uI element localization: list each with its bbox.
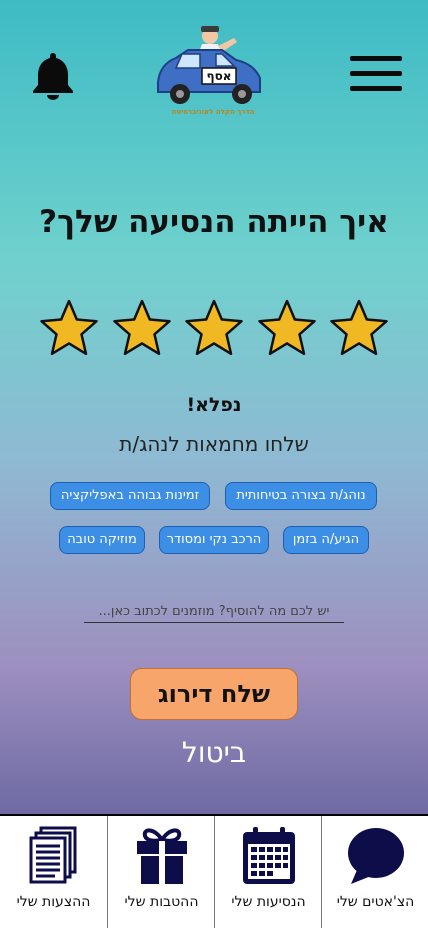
rating-word: נפלא! (186, 394, 242, 416)
compliment-tag-good-music[interactable]: מוזיקה טובה (59, 526, 145, 554)
star-3-icon[interactable] (183, 298, 245, 360)
menu-hamburger-icon[interactable] (350, 56, 402, 92)
nav-item-chats[interactable]: הצ'אטים שלי (321, 816, 428, 928)
bottom-nav: הצ'אטים שלי הנסיעות שלי ההטבות שלי ההצעו… (0, 814, 428, 928)
star-2-icon[interactable] (111, 298, 173, 360)
top-bar: אסף הדרך הקלה לאוניברסיטה (0, 0, 428, 130)
rating-question: איך הייתה הנסיעה שלך? (39, 204, 389, 240)
notifications-bell-icon[interactable] (30, 50, 76, 100)
menu-line (350, 56, 402, 61)
star-4-icon[interactable] (256, 298, 318, 360)
nav-item-offers[interactable]: ההצעות שלי (0, 816, 107, 928)
compliment-tag-app-availability[interactable]: זמינות גבוהה באפליקציה (50, 482, 210, 510)
menu-line (350, 86, 402, 91)
star-1-icon[interactable] (38, 298, 100, 360)
cancel-button[interactable]: ביטול (0, 736, 428, 769)
nav-label: ההצעות שלי (16, 894, 91, 910)
compliment-tag-on-time[interactable]: הגיע/ה בזמן (283, 526, 369, 554)
menu-line (350, 71, 402, 76)
submit-rating-button[interactable]: שלח דירוג (130, 668, 298, 720)
nav-label: ההטבות שלי (124, 894, 199, 910)
logo-caption: הדרך הקלה לאוניברסיטה (172, 108, 255, 116)
nav-label: הצ'אטים שלי (336, 894, 415, 910)
star-rating (38, 298, 390, 360)
nav-label: הנסיעות שלי (231, 894, 306, 910)
nav-item-benefits[interactable]: ההטבות שלי (107, 816, 214, 928)
star-5-icon[interactable] (328, 298, 390, 360)
compliment-tag-safe-driving[interactable]: נוהג/ת בצורה בטיחותית (225, 482, 377, 510)
compliments-title: שלחו מחמאות לנהג/ת (119, 432, 309, 456)
nav-item-rides[interactable]: הנסיעות שלי (214, 816, 321, 928)
documents-icon (29, 826, 77, 884)
compliment-tag-clean-car[interactable]: הרכב נקי ומסודר (159, 526, 269, 554)
logo-plate-text: אסף (207, 69, 232, 83)
gift-icon (137, 828, 187, 884)
chat-icon (348, 828, 404, 884)
calendar-icon (243, 827, 295, 884)
comment-input[interactable] (84, 600, 344, 623)
app-logo: אסף הדרך הקלה לאוניברסיטה (150, 22, 276, 122)
